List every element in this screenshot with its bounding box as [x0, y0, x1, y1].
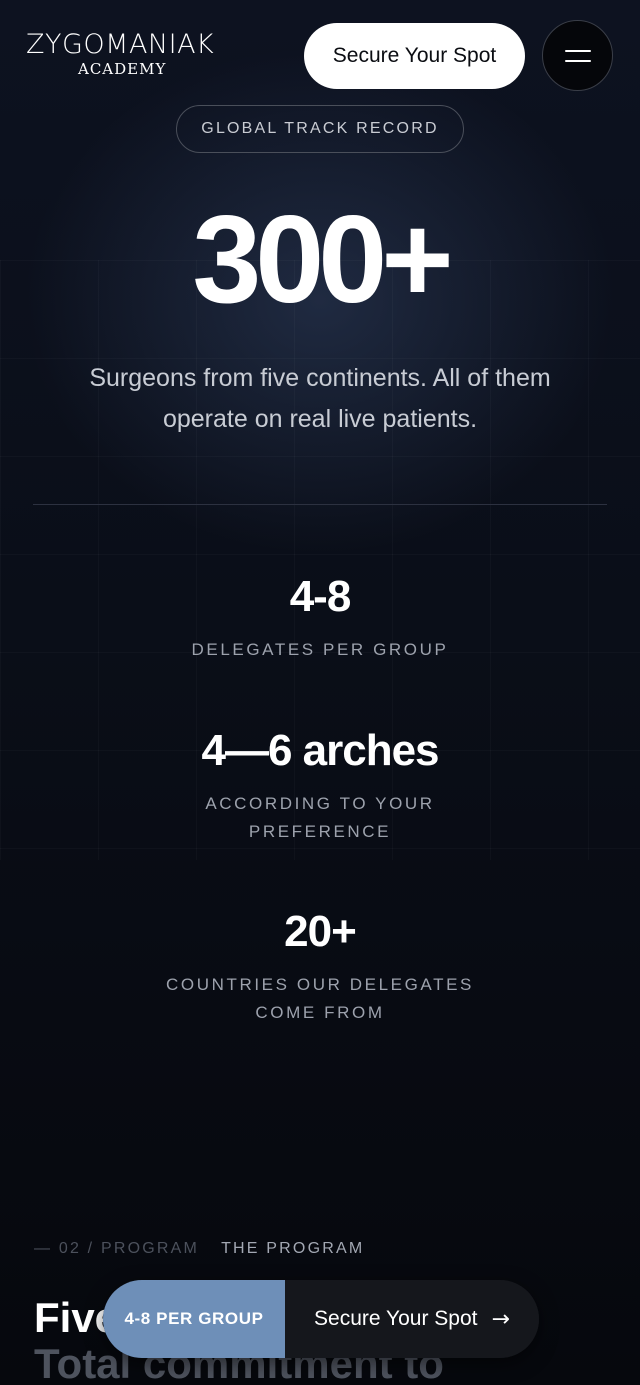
menu-button[interactable] [542, 20, 613, 91]
section-pill-label: GLOBAL TRACK RECORD [176, 105, 464, 153]
section-index: — 02 / PROGRAM [34, 1240, 200, 1257]
sticky-cta-label: Secure Your Spot [314, 1307, 478, 1330]
hamburger-menu-icon [564, 49, 591, 52]
stat-label: DELEGATES PER GROUP [191, 640, 449, 659]
stat-group-size: 4-8 DELEGATES PER GROUP [0, 572, 640, 664]
sticky-secure-spot-button[interactable]: Secure Your Spot → [285, 1280, 539, 1358]
arrow-right-icon: → [491, 1306, 510, 1332]
sticky-booking-bar: 4-8 PER GROUP Secure Your Spot → [103, 1280, 539, 1358]
section-divider [33, 504, 607, 505]
stat-label: ACCORDING TO YOUR PREFERENCE [205, 794, 435, 841]
stat-label: COUNTRIES OUR DELEGATES COME FROM [166, 975, 474, 1022]
group-size-badge: 4-8 PER GROUP [103, 1280, 285, 1358]
surgeons-count: 300+ [192, 191, 453, 329]
section-name: THE PROGRAM [221, 1240, 365, 1257]
program-section-label: — 02 / PROGRAM THE PROGRAM [34, 1240, 364, 1258]
secure-spot-button[interactable]: Secure Your Spot [304, 23, 525, 89]
logo-subtitle: ACADEMY [78, 60, 167, 78]
logo-wordmark: ZYGOMANIAK [26, 29, 215, 60]
stat-value: 4-8 [289, 572, 352, 621]
stat-value: 20+ [284, 907, 357, 956]
stat-arches: 4—6 arches ACCORDING TO YOUR PREFERENCE [0, 726, 640, 846]
academy-logo[interactable]: ZYGOMANIAK ACADEMY [26, 29, 226, 79]
stat-countries: 20+ COUNTRIES OUR DELEGATES COME FROM [0, 907, 640, 1027]
hero-description: Surgeons from five continents. All of th… [89, 364, 551, 433]
stat-value: 4—6 arches [201, 726, 439, 775]
hamburger-menu-icon-line [564, 59, 591, 62]
